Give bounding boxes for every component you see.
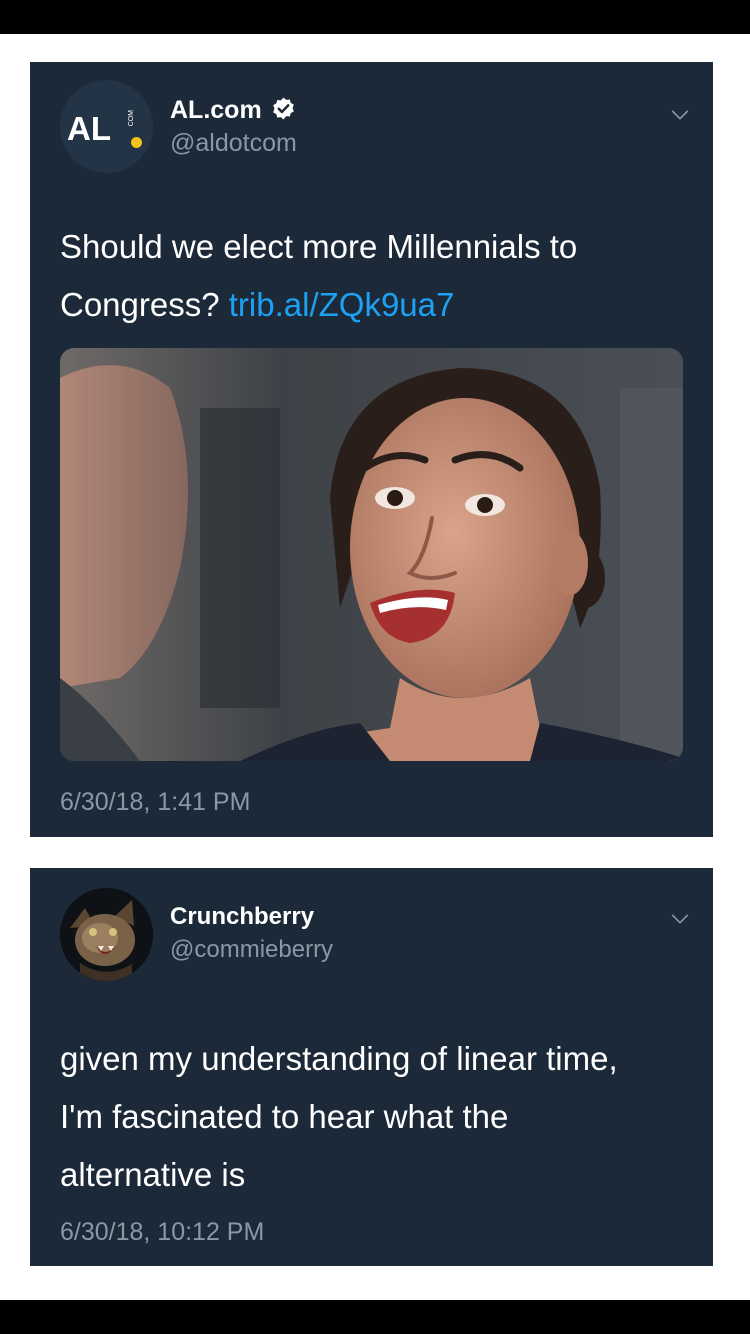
logo-dot (131, 137, 142, 148)
tweet-timestamp[interactable]: 6/30/18, 10:12 PM (60, 1218, 264, 1247)
tweet-text: Should we elect more Millennials to Cong… (60, 218, 690, 334)
chevron-down-icon[interactable] (669, 104, 691, 126)
top-black-bar (0, 0, 750, 34)
verified-badge-icon (273, 97, 294, 120)
tweet-text-line: alternative is (60, 1156, 246, 1193)
photo-illustration (60, 348, 683, 761)
cat-avatar-illustration (60, 888, 153, 981)
tweet-text: given my understanding of linear time, I… (60, 1030, 690, 1204)
display-name[interactable]: Crunchberry (170, 903, 314, 931)
avatar[interactable] (60, 888, 153, 981)
user-handle[interactable]: @commieberry (170, 936, 333, 964)
display-name[interactable]: AL.com (170, 96, 262, 125)
tweet-photo[interactable] (60, 348, 683, 761)
tweet-text-line: I'm fascinated to hear what the (60, 1098, 509, 1135)
avatar-logo-subtext: COM (128, 110, 135, 127)
tweet-card-commieberry[interactable]: Crunchberry @commieberry given my unders… (30, 868, 713, 1266)
avatar-logo-text: AL (67, 110, 111, 147)
tweet-link[interactable]: trib.al/ZQk9ua7 (229, 286, 455, 323)
avatar[interactable]: AL COM (60, 80, 153, 173)
chevron-down-icon[interactable] (669, 908, 691, 930)
tweet-text-line: given my understanding of linear time, (60, 1040, 618, 1077)
bottom-black-bar (0, 1300, 750, 1334)
tweet-card-aldotcom[interactable]: AL COM AL.com @aldotcom Should we elect … (30, 62, 713, 837)
tweet-timestamp[interactable]: 6/30/18, 1:41 PM (60, 788, 250, 817)
user-handle[interactable]: @aldotcom (170, 129, 297, 158)
